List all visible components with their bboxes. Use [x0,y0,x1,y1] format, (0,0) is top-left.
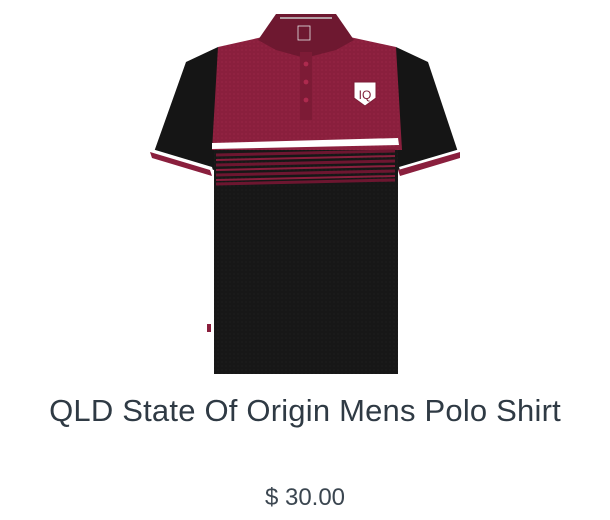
product-card[interactable]: IQ QLD State Of Origin Mens Polo Shirt $… [0,0,610,520]
polo-shirt-image[interactable]: IQ [140,0,470,380]
product-price: $ 30.00 [264,484,346,511]
svg-text:IQ: IQ [359,88,372,102]
product-title[interactable]: QLD State Of Origin Mens Polo Shirt [0,393,610,429]
